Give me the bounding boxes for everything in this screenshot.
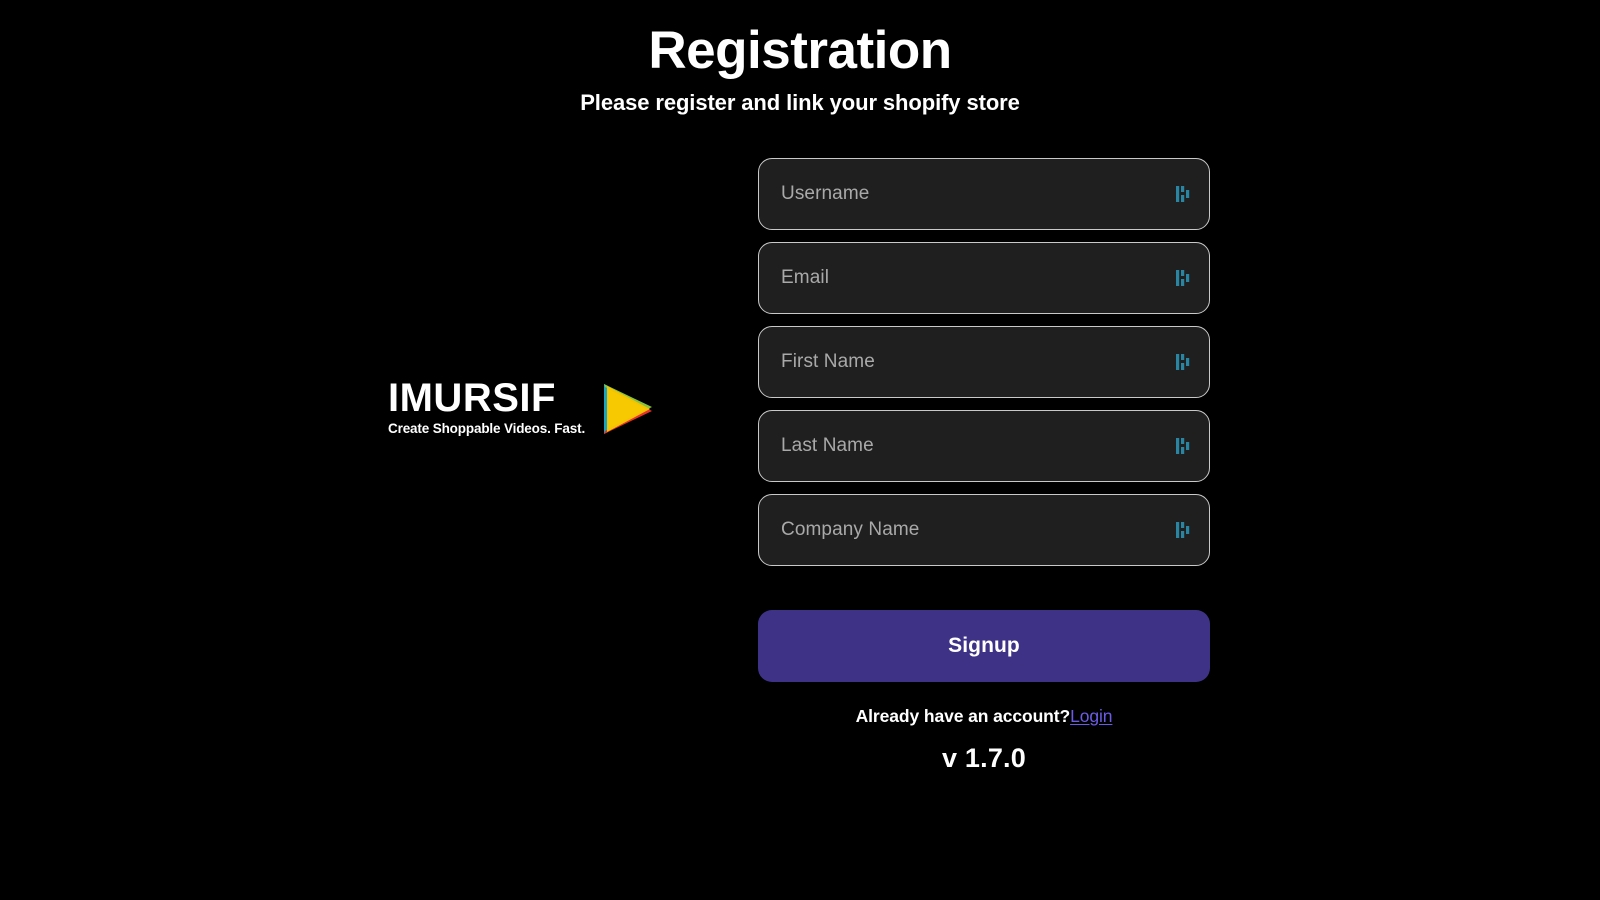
registration-page: Registration Please register and link yo… <box>0 0 1600 900</box>
brand-logo: IMURSIF Create Shoppable Videos. Fast. <box>388 378 655 438</box>
autofill-badge-icon[interactable] <box>1176 185 1191 203</box>
autofill-badge-icon[interactable] <box>1176 353 1191 371</box>
field-first-name[interactable] <box>758 326 1210 398</box>
page-title: Registration <box>648 21 952 80</box>
first-name-input[interactable] <box>781 327 1168 397</box>
brand-wordmark: IMURSIF <box>388 376 556 420</box>
brand-tagline: Create Shoppable Videos. Fast. <box>388 421 586 436</box>
app-version: v 1.7.0 <box>942 743 1026 773</box>
autofill-badge-icon[interactable] <box>1176 521 1191 539</box>
field-last-name[interactable] <box>758 410 1210 482</box>
company-name-input[interactable] <box>781 495 1168 565</box>
play-triangle-icon <box>604 384 653 434</box>
login-prompt-row: Already have an account?Login <box>758 706 1210 727</box>
field-email[interactable] <box>758 242 1210 314</box>
page-subtitle: Please register and link your shopify st… <box>580 90 1020 116</box>
field-username[interactable] <box>758 158 1210 230</box>
signup-button[interactable]: Signup <box>758 610 1210 682</box>
last-name-input[interactable] <box>781 411 1168 481</box>
email-input[interactable] <box>781 243 1168 313</box>
page-header: Registration Please register and link yo… <box>0 0 1600 116</box>
login-prompt-text: Already have an account? <box>855 706 1071 726</box>
username-input[interactable] <box>781 159 1168 229</box>
registration-form: Signup Already have an account?Login v 1… <box>758 158 1210 774</box>
autofill-badge-icon[interactable] <box>1176 269 1191 287</box>
autofill-badge-icon[interactable] <box>1176 437 1191 455</box>
login-link[interactable]: Login <box>1070 706 1112 726</box>
brand-logo-text: IMURSIF Create Shoppable Videos. Fast. <box>388 378 585 436</box>
field-company-name[interactable] <box>758 494 1210 566</box>
